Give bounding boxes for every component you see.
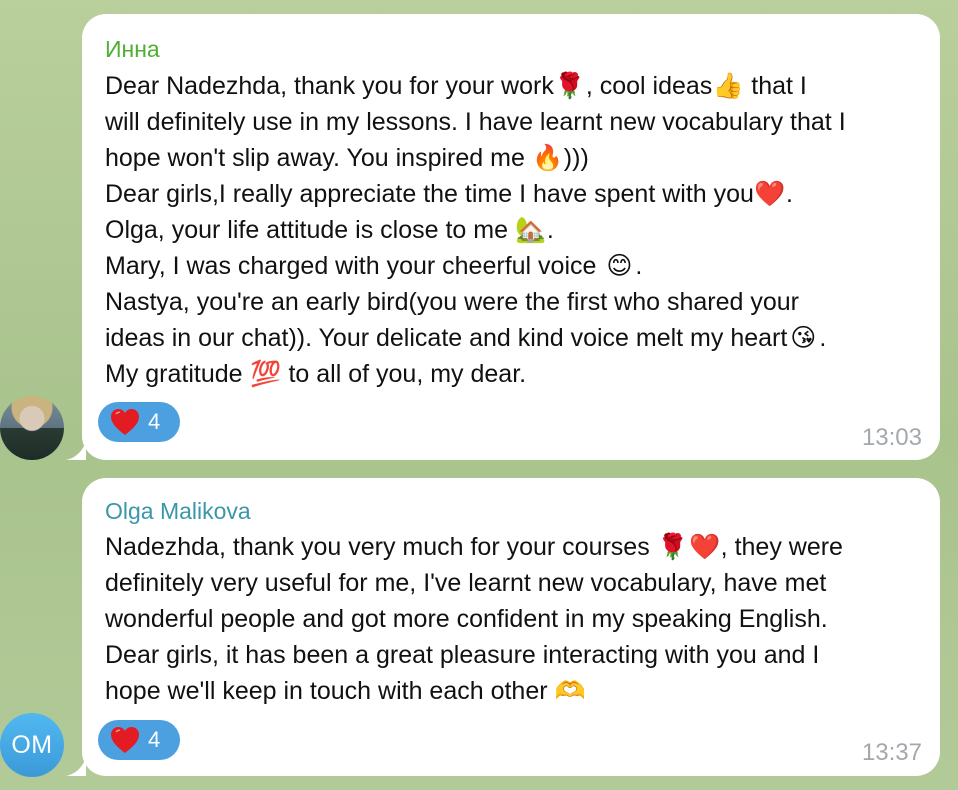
rose-icon: 🌹 (657, 532, 689, 561)
heart-icon (111, 727, 139, 753)
thumbs-up-icon: 👍 (712, 71, 744, 100)
house-icon: 🏡 (515, 215, 547, 244)
message-bubble-olga-malikova[interactable]: Olga Malikova Nadezhda, thank you very m… (66, 478, 940, 776)
message-text: Dear Nadezhda, thank you for your work🌹,… (105, 68, 920, 392)
text-line: Nadezhda, thank you very much for your c… (105, 529, 920, 565)
reaction-heart-button[interactable]: 4 (98, 720, 180, 760)
chat-history[interactable]: Инна Dear Nadezhda, thank you for your w… (0, 0, 958, 790)
text-line: Dear Nadezhda, thank you for your work🌹,… (105, 68, 920, 104)
reaction-count: 4 (148, 409, 161, 434)
bubble-tail (66, 440, 86, 460)
text-line: Olga, your life attitude is close to me … (105, 212, 920, 248)
hundred-points-icon: 💯 (249, 359, 282, 388)
text-line: Nastya, you're an early bird(you were th… (105, 288, 799, 316)
text-line: Mary, I was charged with your cheerful v… (105, 248, 920, 284)
heart-icon: ❤️ (689, 532, 721, 561)
message-time: 13:03 (861, 424, 922, 451)
rose-icon: 🌹 (554, 71, 586, 100)
message-time: 13:37 (861, 739, 922, 766)
text-line: My gratitude 💯 to all of you, my dear. (105, 356, 920, 392)
heart-hands-icon: 🫶 (554, 676, 587, 705)
message-text: Nadezhda, thank you very much for your c… (105, 529, 920, 709)
sender-name[interactable]: Инна (105, 36, 160, 63)
text-line: Dear girls, it has been a great pleasure… (105, 641, 820, 669)
heart-icon: ❤️ (754, 179, 786, 208)
heart-icon (111, 409, 139, 435)
avatar-olga-malikova[interactable]: OM (0, 713, 64, 777)
text-line: ideas in our chat)). Your delicate and k… (105, 320, 920, 356)
text-line: hope won't slip away. You inspired me 🔥)… (105, 140, 920, 176)
bubble-tail (66, 756, 86, 776)
smiling-face-icon: 😊 (606, 251, 633, 280)
text-line: definitely very useful for me, I've lear… (105, 569, 827, 597)
text-line: will definitely use in my lessons. I hav… (105, 108, 846, 136)
sender-name[interactable]: Olga Malikova (105, 498, 251, 525)
fire-icon: 🔥 (532, 143, 564, 172)
kiss-face-icon: 😘 (790, 323, 817, 352)
reaction-count: 4 (148, 727, 161, 752)
text-line: hope we'll keep in touch with each other… (105, 673, 920, 709)
message-bubble-inna[interactable]: Инна Dear Nadezhda, thank you for your w… (66, 14, 940, 460)
reaction-heart-button[interactable]: 4 (98, 402, 180, 442)
avatar-inna[interactable] (0, 396, 64, 460)
text-line: wonderful people and got more confident … (105, 605, 828, 633)
text-line: Dear girls,I really appreciate the time … (105, 176, 920, 212)
